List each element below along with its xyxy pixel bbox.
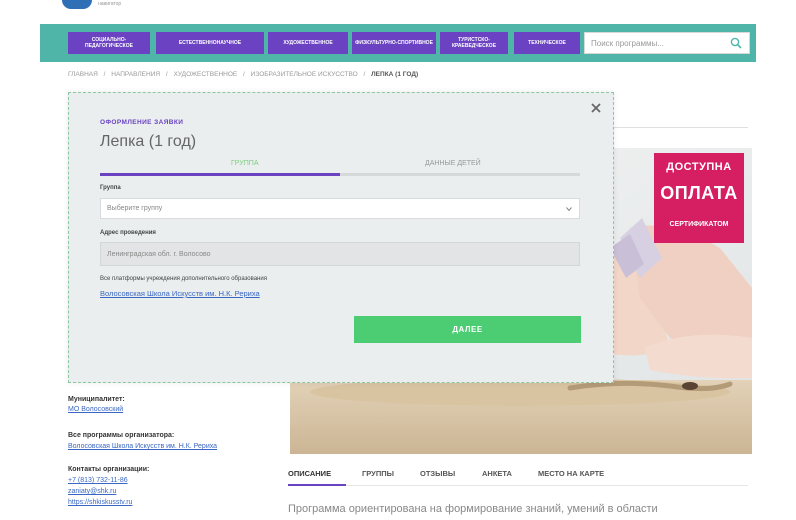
nav-item-sports[interactable]: Физкультурно-спортивное [352, 32, 436, 54]
promo-line-2: ОПЛАТА [660, 183, 738, 203]
tab-questionnaire[interactable]: Анкета [482, 469, 512, 478]
municipality-link[interactable]: МО Волосовский [68, 406, 123, 413]
site-logo[interactable]: навигатор [62, 0, 121, 12]
promo-line-3: СЕРТИФИКАТОМ [669, 221, 729, 228]
breadcrumb-current: Лепка (1 год) [371, 71, 419, 78]
breadcrumb-separator: / [243, 71, 245, 78]
search-box [584, 32, 750, 54]
tab-reviews[interactable]: Отзывы [420, 469, 455, 478]
contact-email[interactable]: zaniaty@shk.ru [68, 488, 116, 495]
next-button[interactable]: Далее [354, 316, 581, 343]
breadcrumb-separator: / [103, 71, 106, 78]
page: навигатор Социально-педагогическое Естес… [0, 0, 796, 520]
breadcrumb-fine-art[interactable]: Изобразительное искусство [251, 71, 358, 78]
divider [614, 127, 748, 128]
certificate-payment-badge: ДОСТУПНА ОПЛАТА СЕРТИФИКАТОМ [654, 153, 744, 243]
breadcrumb-separator: / [165, 71, 168, 78]
contact-website[interactable]: https://shkiskusstv.ru [68, 499, 132, 506]
step-children-data[interactable]: Данные детей [425, 160, 481, 167]
nav-item-social-pedagogical[interactable]: Социально-педагогическое [68, 32, 150, 54]
nav-item-artistic[interactable]: Художественное [268, 32, 348, 54]
chevron-down-icon [566, 207, 572, 212]
modal-subtitle: Оформление заявки [100, 119, 184, 126]
address-value: Ленинградская обл. г. Волосово [107, 250, 211, 258]
active-tab-indicator [288, 484, 346, 486]
municipality-label: Муниципалитет: [68, 396, 125, 403]
address-field: Ленинградская обл. г. Волосово [100, 242, 580, 266]
step-group[interactable]: Группа [231, 160, 258, 167]
group-select-value: Выберите группу [107, 205, 163, 212]
contact-phone[interactable]: +7 (813) 732-11-86 [68, 477, 128, 484]
breadcrumb-home[interactable]: Главная [68, 71, 98, 78]
logo-mark [62, 0, 92, 9]
agreement-text: Все платформы учреждения дополнительного… [100, 276, 267, 282]
application-modal: Оформление заявки Лепка (1 год) Группа Д… [68, 92, 614, 383]
organizer-link[interactable]: Волосовская Школа Искусств им. Н.К. Рери… [68, 443, 217, 450]
main-navbar: Социально-педагогическое Естественнонауч… [40, 24, 756, 62]
search-icon[interactable] [730, 37, 742, 49]
modal-title: Лепка (1 год) [100, 133, 197, 150]
nav-item-technical[interactable]: Техническое [514, 32, 580, 54]
close-icon[interactable] [589, 101, 603, 115]
tab-groups[interactable]: Группы [362, 469, 394, 478]
nav-item-natural-science[interactable]: Естественнонаучное [156, 32, 264, 54]
breadcrumb-artistic[interactable]: Художественное [174, 71, 238, 78]
tab-map[interactable]: Место на карте [538, 469, 604, 478]
group-select[interactable]: Выберите группу [100, 198, 580, 219]
program-description: Программа ориентирована на формирование … [288, 503, 658, 515]
breadcrumb-directions[interactable]: Направления [111, 71, 160, 78]
nav-item-tourism[interactable]: Туристско-краеведческое [440, 32, 508, 54]
contacts-label: Контакты организации: [68, 466, 150, 473]
program-tabs: Описание Группы Отзывы Анкета Место на к… [288, 466, 748, 486]
breadcrumb: Главная / Направления / Художественное /… [68, 71, 422, 78]
tab-description[interactable]: Описание [288, 469, 331, 478]
breadcrumb-separator: / [363, 71, 366, 78]
logo-text: навигатор [98, 1, 122, 7]
all-programs-label: Все программы организатора: [68, 432, 175, 439]
organization-link[interactable]: Волосовская Школа Искусств им. Н.К. Рери… [100, 289, 260, 298]
address-label: Адрес проведения [100, 230, 156, 236]
group-label: Группа [100, 185, 121, 191]
promo-line-1: ДОСТУПНА [666, 161, 732, 173]
search-input[interactable] [585, 33, 725, 53]
step-progress [100, 173, 340, 176]
